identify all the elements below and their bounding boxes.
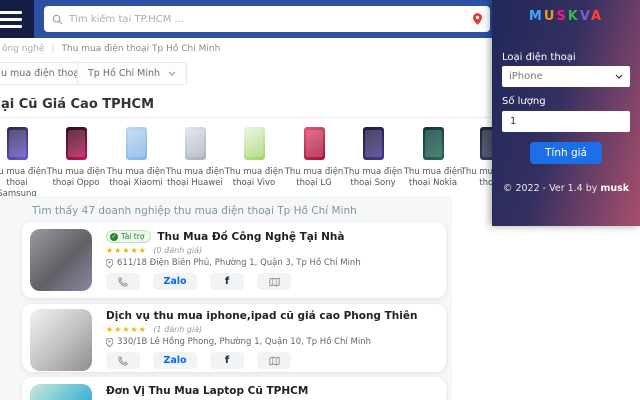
phone-image xyxy=(243,127,265,160)
search-icon xyxy=(52,14,63,25)
facebook-button[interactable]: f xyxy=(210,352,244,369)
chevron-down-icon xyxy=(615,74,623,79)
phone-image xyxy=(362,127,384,160)
page-title: ại Cũ Giá Cao TPHCM xyxy=(1,97,155,112)
results-count: Tìm thấy 47 doanh nghiệp thu mua điện th… xyxy=(32,205,357,217)
phone-image xyxy=(125,127,147,160)
phone-call-button[interactable] xyxy=(106,352,140,369)
map-icon xyxy=(268,277,280,287)
search-input[interactable] xyxy=(69,13,467,25)
chevron-down-icon xyxy=(168,71,176,76)
brand-link[interactable]: musk xyxy=(600,183,629,194)
listing-card[interactable]: Đơn Vị Thu Mua Laptop Cũ TPHCM ★★★★★ (0 … xyxy=(22,377,446,400)
screen: ông nghệ|Thu mua điện thoại Tp Hồ Chí Mi… xyxy=(0,0,640,400)
hamburger-icon xyxy=(0,11,22,14)
category-nokia[interactable]: Thu mua điện thoại Nokia xyxy=(403,127,463,189)
phone-image xyxy=(303,127,325,160)
phone-type-select[interactable]: iPhone xyxy=(502,66,630,87)
category-oppo[interactable]: Thu mua điện thoại Oppo xyxy=(46,127,106,189)
quantity-input[interactable] xyxy=(502,111,630,132)
zalo-button[interactable]: Zalo xyxy=(153,352,197,369)
category-xiaomi[interactable]: Thu mua điện thoại Xiaomi xyxy=(106,127,166,189)
phone-icon xyxy=(118,355,128,366)
phone-icon xyxy=(118,276,128,287)
location-pin-icon[interactable] xyxy=(473,13,482,25)
zalo-button[interactable]: Zalo xyxy=(153,273,197,290)
divider xyxy=(0,117,492,118)
category-lg[interactable]: Thu mua điện thoại LG xyxy=(284,127,344,189)
extension-popup: MUSKVA Loại điện thoại iPhone Số lượng T… xyxy=(492,0,640,226)
category-sony[interactable]: Thu mua điện thoại Sony xyxy=(343,127,403,189)
listing-address: 611/18 Điện Biên Phủ, Phường 1, Quận 3, … xyxy=(117,258,361,268)
phone-type-label: Loại điện thoại xyxy=(502,52,576,63)
star-rating: ★★★★★ xyxy=(106,325,147,334)
review-count: (0 đánh giá) xyxy=(153,246,203,255)
review-count: (1 đánh giá) xyxy=(153,325,203,334)
sponsored-badge: ✓ Tài trợ xyxy=(106,230,152,243)
calculate-price-button[interactable]: Tính giá xyxy=(530,142,602,164)
extension-footer: © 2022 - Ver 1.4 by musk xyxy=(502,183,630,194)
star-rating: ★★★★★ xyxy=(106,246,147,255)
listing-photo[interactable] xyxy=(30,229,92,291)
map-pin-icon xyxy=(106,258,113,268)
map-button[interactable] xyxy=(257,352,291,369)
category-samsung[interactable]: Thu mua điện thoại Samsung xyxy=(0,127,47,200)
quantity-label: Số lượng xyxy=(502,96,546,107)
breadcrumb: ông nghệ | Thu mua điện thoại Tp Hồ Chí Mi… xyxy=(2,44,221,54)
map-button[interactable] xyxy=(257,273,291,290)
phone-image xyxy=(65,127,87,160)
map-icon xyxy=(268,356,280,366)
category-huawei[interactable]: Thu mua điện thoại Huawei xyxy=(165,127,225,189)
breadcrumb-current[interactable]: Thu mua điện thoại Tp Hồ Chí Minh xyxy=(62,44,221,54)
phone-call-button[interactable] xyxy=(106,273,140,290)
hamburger-menu-button[interactable] xyxy=(0,0,34,38)
listing-photo[interactable] xyxy=(30,384,92,400)
check-icon: ✓ xyxy=(110,232,118,241)
listing-title[interactable]: Thu Mua Đồ Công Nghệ Tại Nhà xyxy=(157,231,344,243)
extension-logo: MUSKVA xyxy=(528,9,604,24)
filter-city-dropdown[interactable]: Tp Hồ Chí Minh xyxy=(77,62,188,85)
listing-card[interactable]: ✓ Tài trợ Thu Mua Đồ Công Nghệ Tại Nhà ★★… xyxy=(22,222,446,298)
map-pin-icon xyxy=(106,337,113,347)
phone-image xyxy=(422,127,444,160)
facebook-button[interactable]: f xyxy=(210,273,244,290)
listing-card[interactable]: Dịch vụ thu mua iphone,ipad cũ giá cao P… xyxy=(22,304,446,372)
phone-image xyxy=(184,127,206,160)
listing-address: 330/1B Lê Hồng Phong, Phường 1, Quận 10,… xyxy=(117,337,371,347)
category-vivo[interactable]: Thu mua điện thoại Vivo xyxy=(224,127,284,189)
listing-title[interactable]: Dịch vụ thu mua iphone,ipad cũ giá cao P… xyxy=(106,310,417,322)
phone-image xyxy=(6,127,28,160)
listing-photo[interactable] xyxy=(30,309,92,371)
search-bar xyxy=(44,6,490,32)
listing-title[interactable]: Đơn Vị Thu Mua Laptop Cũ TPHCM xyxy=(106,385,308,397)
breadcrumb-category[interactable]: ông nghệ xyxy=(2,44,44,54)
